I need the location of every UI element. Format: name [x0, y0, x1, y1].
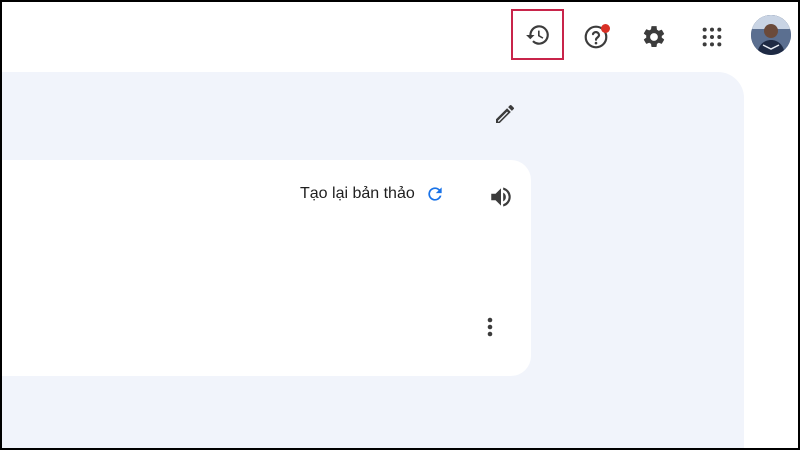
avatar-image	[751, 15, 791, 55]
settings-button[interactable]	[632, 15, 676, 59]
response-panel: Tạo lại bản thảo	[2, 72, 744, 448]
apps-grid-icon	[702, 27, 722, 47]
apps-button[interactable]	[690, 15, 734, 59]
regenerate-draft-button[interactable]: Tạo lại bản thảo	[300, 184, 445, 204]
speaker-icon	[491, 187, 511, 207]
refresh-icon	[428, 187, 442, 201]
app-window: Tạo lại bản thảo	[0, 0, 800, 450]
regenerate-draft-label: Tạo lại bản thảo	[300, 185, 415, 202]
draft-card: Tạo lại bản thảo	[2, 160, 531, 376]
listen-button[interactable]	[486, 182, 516, 212]
history-button[interactable]	[511, 9, 564, 60]
gear-icon	[643, 26, 665, 47]
history-icon	[525, 24, 549, 45]
edit-button[interactable]	[489, 98, 521, 130]
more-options-button[interactable]	[476, 312, 504, 342]
avatar[interactable]	[751, 15, 791, 55]
help-button[interactable]	[574, 15, 618, 59]
pencil-icon	[496, 104, 515, 123]
more-vert-icon	[487, 317, 493, 337]
notification-dot	[601, 24, 610, 33]
